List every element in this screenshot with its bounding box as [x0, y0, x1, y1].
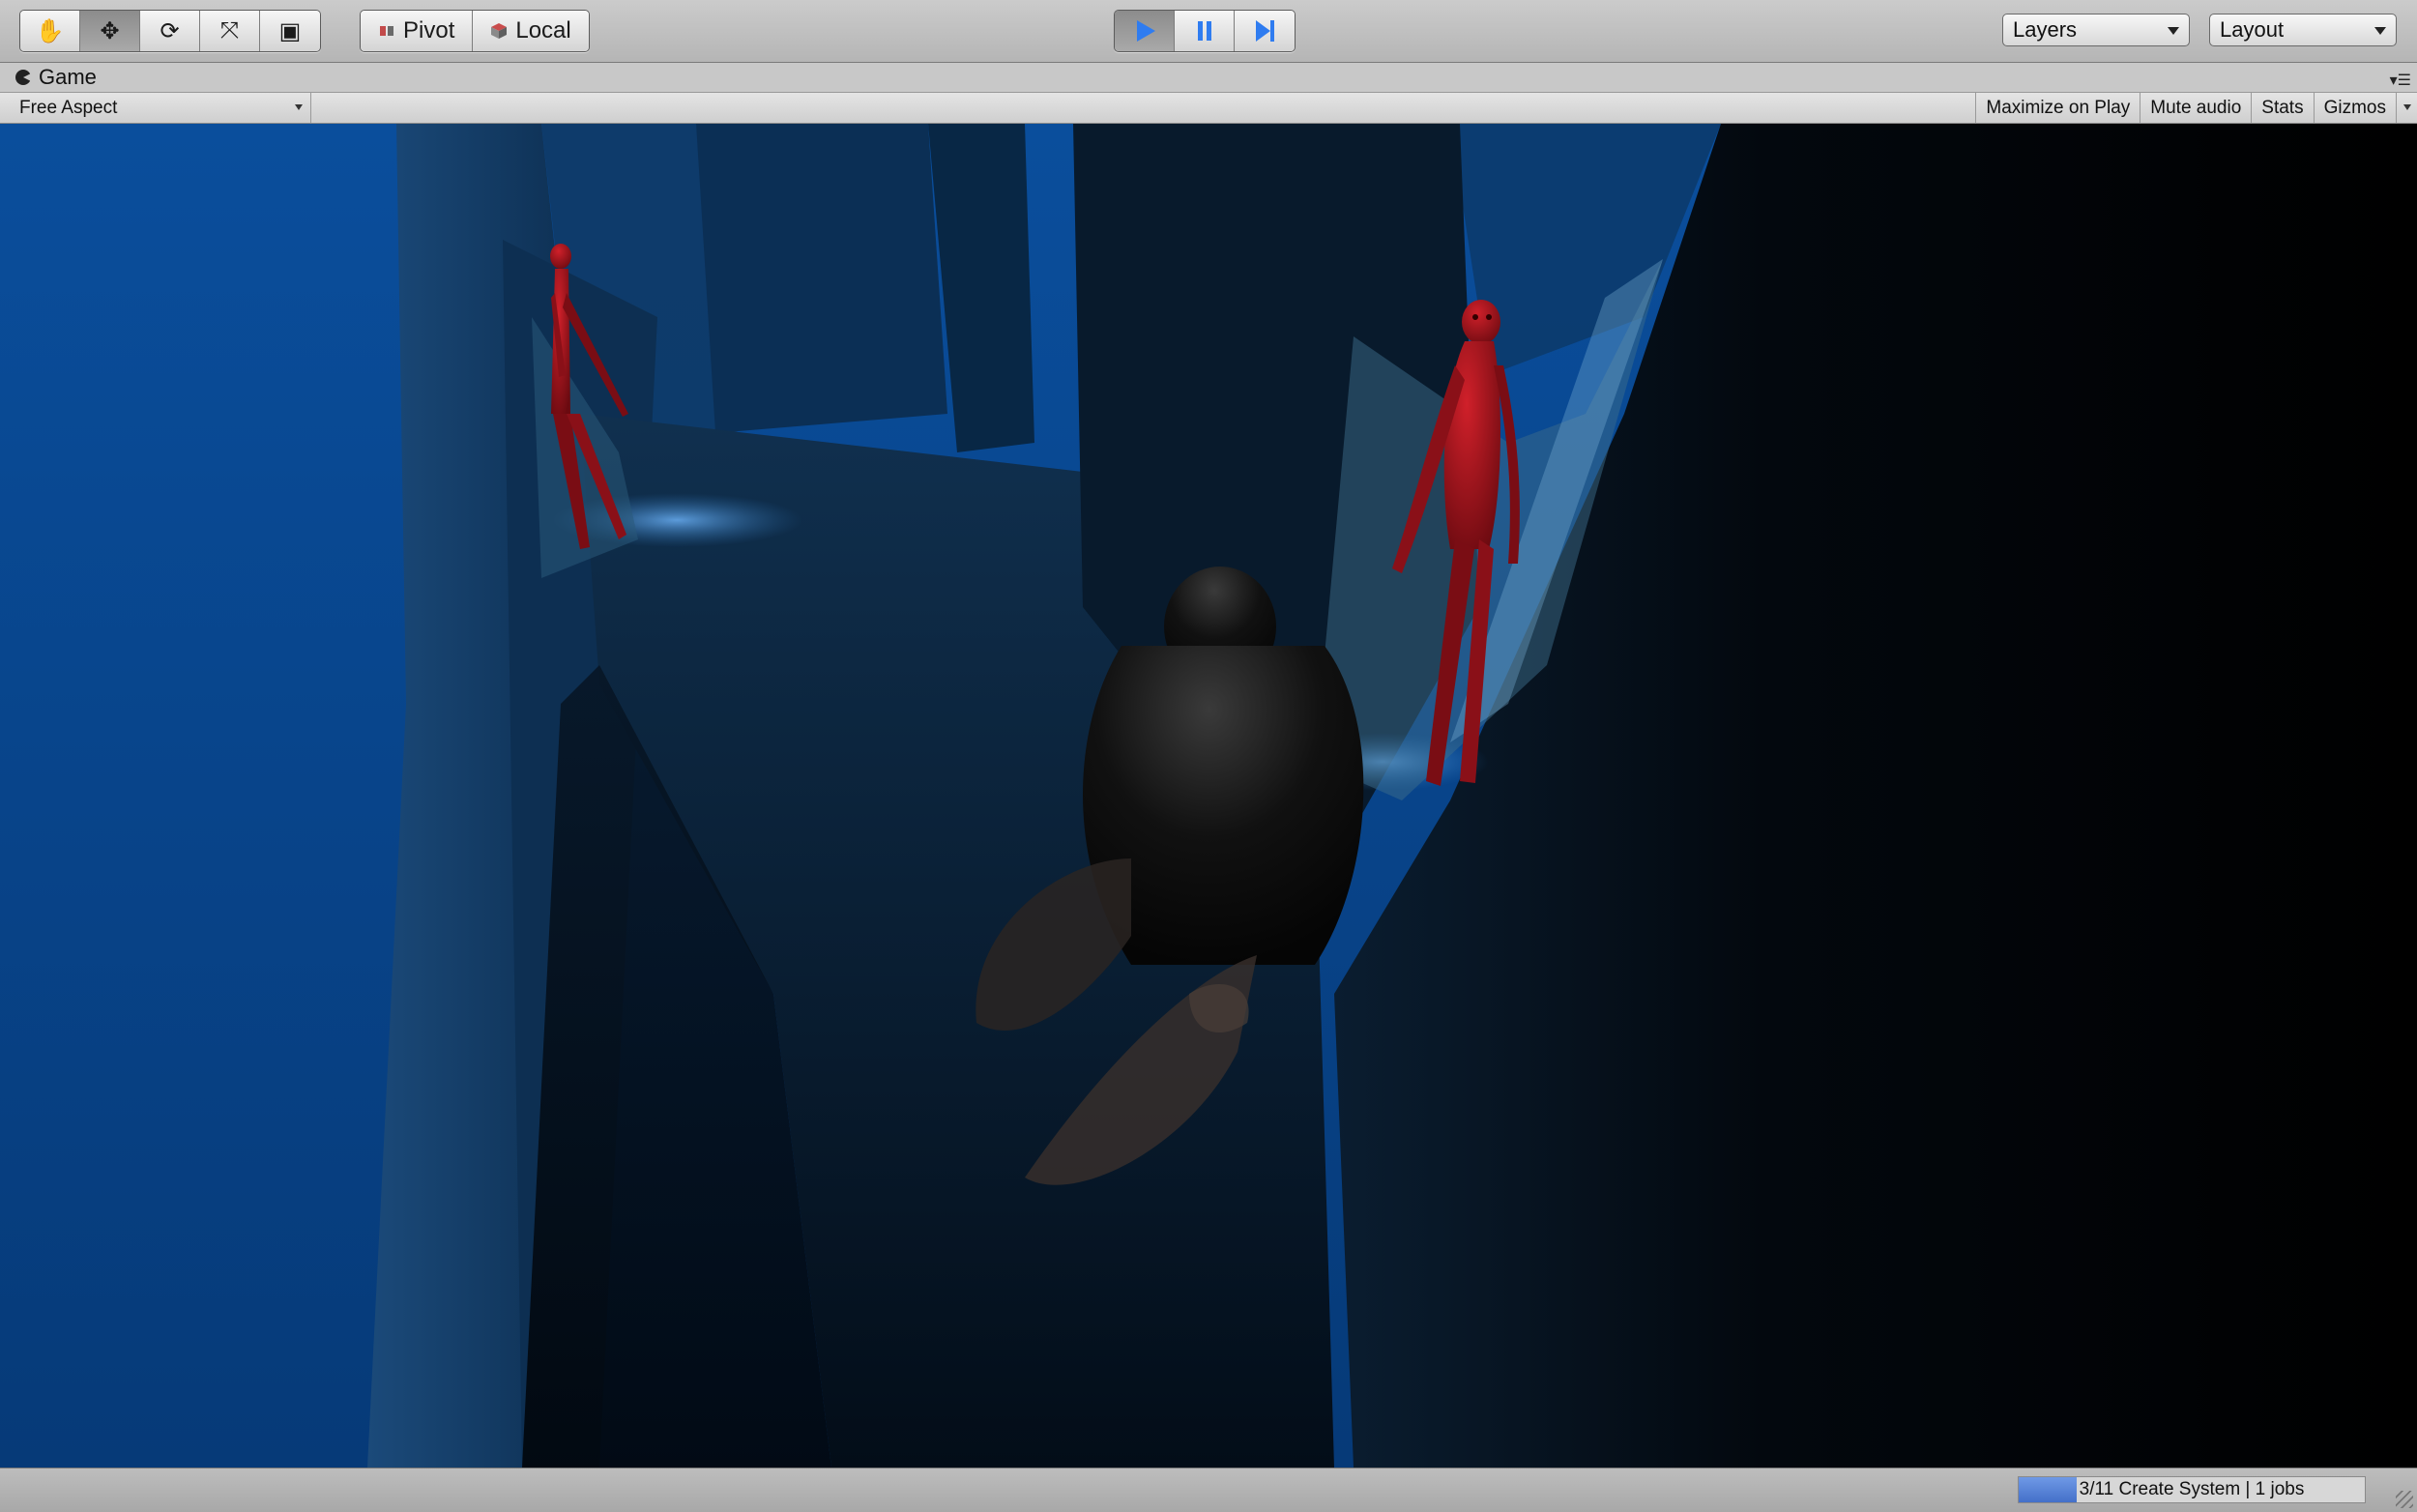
job-progress-bar: 3/11 Create System | 1 jobs [2018, 1476, 2366, 1503]
play-icon [1136, 20, 1155, 42]
progress-text: 3/11 Create System | 1 jobs [2079, 1479, 2305, 1499]
game-viewport[interactable] [0, 124, 2417, 1468]
rotate-icon: ⟳ [160, 17, 180, 44]
hand-icon: ✋ [35, 17, 65, 44]
aspect-ratio-dropdown[interactable]: Free Aspect [10, 93, 311, 123]
layers-label: Layers [2013, 17, 2078, 42]
layout-dropdown[interactable]: Layout [2209, 14, 2397, 46]
move-arrows-icon: ✥ [100, 17, 120, 44]
game-view-toolbar: Free Aspect Maximize on Play Mute audio … [0, 93, 2417, 124]
main-toolbar: ✋ ✥ ⟳ ⤧ ▣ Pivot Local Layers Layout [0, 0, 2417, 63]
game-view-icon [15, 70, 31, 85]
maximize-on-play-toggle[interactable]: Maximize on Play [1975, 93, 2140, 123]
play-button[interactable] [1115, 11, 1175, 51]
layers-dropdown[interactable]: Layers [2002, 14, 2190, 46]
playback-controls [1114, 10, 1296, 52]
rect-tool-button[interactable]: ▣ [260, 11, 320, 51]
gizmos-toggle[interactable]: Gizmos [2313, 93, 2396, 123]
step-button[interactable] [1235, 11, 1295, 51]
scale-tool-button[interactable]: ⤧ [200, 11, 260, 51]
game-scene [0, 124, 2417, 1468]
hand-tool-button[interactable]: ✋ [20, 11, 80, 51]
local-button[interactable]: Local [473, 11, 589, 51]
resize-grip-icon[interactable] [2396, 1491, 2413, 1508]
chevron-down-icon [2374, 27, 2386, 35]
chevron-down-icon [295, 104, 303, 110]
rotate-tool-button[interactable]: ⟳ [140, 11, 200, 51]
transform-tools: ✋ ✥ ⟳ ⤧ ▣ [19, 10, 321, 52]
local-label: Local [515, 17, 571, 44]
chevron-down-icon [2168, 27, 2179, 35]
rect-transform-icon: ▣ [278, 17, 302, 44]
mute-audio-toggle[interactable]: Mute audio [2140, 93, 2251, 123]
cube-icon [491, 23, 508, 39]
pivot-icon [380, 26, 393, 36]
scale-icon: ⤧ [219, 17, 240, 44]
move-tool-button[interactable]: ✥ [80, 11, 140, 51]
stats-toggle[interactable]: Stats [2251, 93, 2313, 123]
tab-game[interactable]: Game [6, 63, 106, 92]
pivot-button[interactable]: Pivot [361, 11, 474, 51]
game-tab-bar: Game ▾☰ [0, 63, 2417, 93]
pivot-toggle-group: Pivot Local [360, 10, 590, 52]
pause-button[interactable] [1175, 11, 1235, 51]
gizmos-dropdown[interactable] [2396, 93, 2417, 123]
aspect-label: Free Aspect [19, 98, 118, 118]
step-icon [1256, 20, 1274, 42]
game-view-options: Maximize on Play Mute audio Stats Gizmos [1975, 93, 2417, 123]
layout-label: Layout [2220, 17, 2285, 42]
tab-game-label: Game [39, 65, 97, 89]
status-bar: 3/11 Create System | 1 jobs [0, 1468, 2417, 1512]
pivot-label: Pivot [403, 17, 455, 44]
panel-menu-icon[interactable]: ▾☰ [2390, 71, 2411, 90]
pause-icon [1197, 21, 1211, 41]
